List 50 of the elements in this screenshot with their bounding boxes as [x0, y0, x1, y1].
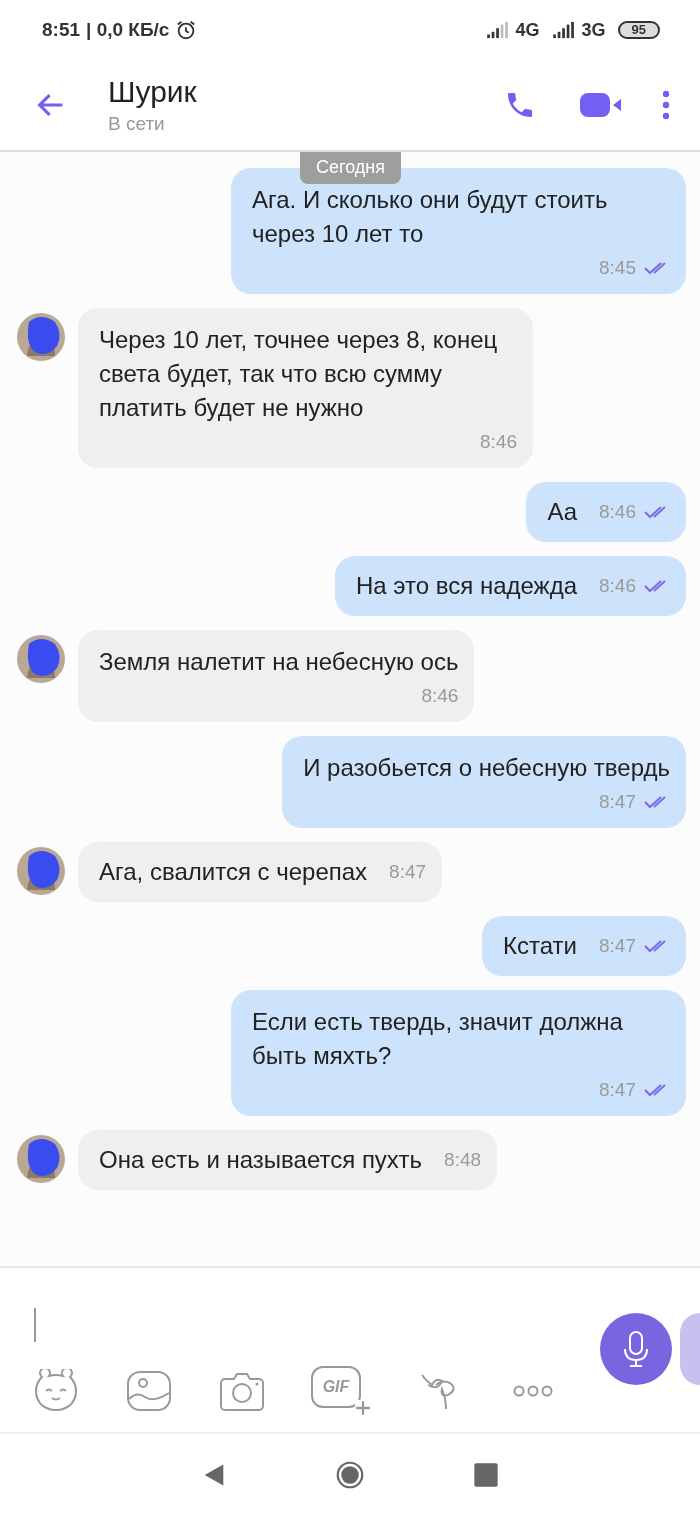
message-text: Ага. И сколько они будут стоить через 10 лет то	[252, 185, 609, 249]
microphone-icon	[621, 1329, 651, 1369]
message-text: И разобьется о небесную твердь	[303, 753, 670, 783]
date-label: Сегодня	[300, 152, 401, 184]
message-bubble[interactable]: Она есть и называется пухть 8:48	[78, 1130, 498, 1190]
message-time: 8:46	[421, 684, 459, 708]
message-text: Земля налетит на небесную ось	[99, 647, 459, 677]
signal-icon	[485, 21, 510, 39]
sticker-icon[interactable]	[32, 1369, 80, 1413]
gallery-icon[interactable]	[125, 1369, 173, 1413]
message-time: 8:47	[389, 860, 427, 884]
clock: 8:51	[42, 19, 81, 41]
message-bubble[interactable]: Через 10 лет, точнее через 8, конец света будет, так что всю сумму платить будет не нужно 8:46	[78, 308, 533, 468]
message-time: 8:48	[444, 1148, 482, 1172]
message-time: 8:47	[599, 1078, 636, 1102]
message-text: Если есть твердь, значит должна быть мяхть?	[252, 1007, 624, 1071]
message-bubble[interactable]: Аа 8:46	[526, 482, 686, 542]
message-time: 8:46	[599, 574, 636, 598]
avatar[interactable]	[15, 1132, 67, 1184]
recents-icon[interactable]	[472, 1461, 500, 1489]
message-bubble[interactable]: Кстати 8:47	[482, 916, 686, 976]
avatar[interactable]	[15, 310, 67, 362]
network-speed: | 0,0 КБ/с	[86, 19, 170, 41]
message-bubble[interactable]: И разобьется о небесную твердь 8:47	[282, 736, 686, 828]
contact-name: Шурик	[108, 75, 198, 109]
video-camera-icon[interactable]	[578, 91, 624, 119]
network-type: 4G	[515, 19, 540, 41]
message-text: Она есть и называется пухть	[99, 1145, 423, 1175]
message-text: Через 10 лет, точнее через 8, конец света будет, так что всю сумму платить будет не нужно	[99, 325, 499, 423]
message-bubble[interactable]: На это вся надежда 8:46	[334, 556, 686, 616]
message-text: Кстати	[503, 931, 577, 961]
message-text: Аа	[547, 497, 577, 527]
message-time: 8:47	[599, 934, 636, 958]
message-time: 8:46	[480, 430, 517, 454]
home-icon[interactable]	[336, 1461, 364, 1489]
contact-status: В сети	[108, 113, 166, 135]
message-bubble[interactable]: Ага, свалится с черепах 8:47	[78, 842, 443, 902]
avatar[interactable]	[15, 844, 67, 896]
message-bubble[interactable]: Если есть твердь, значит должна быть мяхть? 8:47	[231, 990, 686, 1116]
message-time: 8:46	[599, 500, 636, 524]
message-text: На это вся надежда	[355, 571, 577, 601]
message-bubble[interactable]: Земля налетит на небесную ось 8:46	[78, 630, 475, 722]
battery-indicator: 95	[617, 21, 660, 39]
signal-icon	[551, 21, 576, 39]
message-text: Ага, свалится с черепах	[99, 857, 368, 887]
message-time: 8:45	[599, 256, 636, 280]
more-options-icon[interactable]	[662, 90, 670, 120]
avatar[interactable]	[15, 632, 67, 684]
message-time: 8:47	[599, 790, 636, 814]
network-type: 3G	[581, 19, 606, 41]
